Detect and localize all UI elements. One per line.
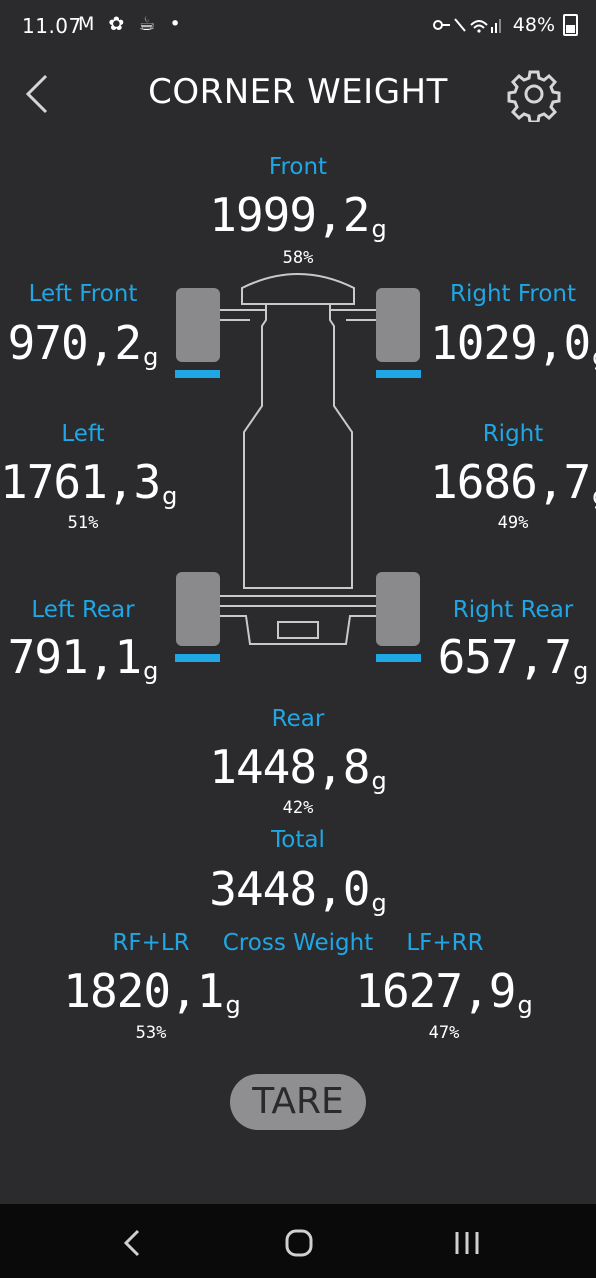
lf-rr-value: 1627,9g: [354, 968, 534, 1017]
front-value: 1999,2g: [148, 192, 448, 241]
left-label: Left: [61, 421, 105, 447]
front-percent: 58%: [282, 248, 314, 268]
rf-lr-value: 1820,1g: [62, 968, 242, 1017]
left-value-number: 1761,3: [0, 455, 161, 509]
right-rear-unit: g: [573, 657, 589, 685]
left-rear-value: 791,1g: [0, 634, 166, 683]
right-rear-value-number: 657,7: [437, 630, 572, 684]
right-rear-label: Right Rear: [452, 597, 574, 623]
rear-label: Rear: [271, 706, 325, 732]
front-axle-outline: [218, 309, 378, 321]
lf-rr-label: LF+RR: [406, 930, 484, 956]
nav-home-icon[interactable]: [284, 1228, 314, 1258]
battery-percent: 48%: [512, 14, 555, 36]
left-front-label: Left Front: [28, 281, 138, 307]
total-value-number: 3448,0: [209, 862, 370, 916]
right-rear-indicator: [376, 654, 421, 662]
nav-recents-icon[interactable]: [452, 1230, 482, 1256]
left-percent: 51%: [67, 513, 99, 533]
front-unit: g: [371, 215, 387, 243]
right-unit: g: [592, 482, 596, 510]
left-rear-indicator: [175, 654, 220, 662]
battery-icon: [563, 14, 578, 36]
total-unit: g: [371, 889, 387, 917]
right-front-wheel: [376, 288, 420, 362]
rf-lr-percent: 53%: [135, 1023, 167, 1043]
right-front-value: 1029,0g: [430, 320, 596, 369]
total-label: Total: [271, 827, 325, 853]
body-outline: [243, 304, 353, 589]
right-front-indicator: [376, 370, 421, 378]
rear-value-number: 1448,8: [209, 740, 370, 794]
status-bar: 11.07 M ✿ ☕ • 48%: [0, 0, 596, 52]
left-value: 1761,3g: [0, 459, 177, 508]
tare-button[interactable]: TARE: [230, 1074, 366, 1130]
rear-value: 1448,8g: [148, 744, 448, 793]
right-front-value-number: 1029,0: [430, 316, 591, 370]
right-label: Right: [482, 421, 544, 447]
left-front-wheel: [176, 288, 220, 362]
system-icons: 48%: [432, 14, 578, 36]
settings-button[interactable]: [506, 66, 562, 124]
rear-axle-outline: [218, 595, 378, 645]
left-rear-label: Left Rear: [31, 597, 135, 623]
right-percent: 49%: [497, 513, 529, 533]
right-value: 1686,7g: [430, 459, 596, 508]
right-value-number: 1686,7: [430, 455, 591, 509]
rear-unit: g: [371, 767, 387, 795]
navigation-bar: [0, 1204, 596, 1278]
rear-diffuser-outline: [277, 621, 319, 639]
total-value: 3448,0g: [148, 866, 448, 915]
rf-lr-label: RF+LR: [112, 930, 190, 956]
car-chassis-diagram: [175, 272, 421, 662]
right-front-label: Right Front: [449, 281, 577, 307]
cross-weight-title: Cross Weight: [222, 930, 374, 956]
rear-percent: 42%: [282, 798, 314, 818]
left-front-indicator: [175, 370, 220, 378]
left-rear-value-number: 791,1: [7, 630, 142, 684]
connectivity-icons: [432, 18, 501, 33]
nav-back-icon[interactable]: [120, 1228, 146, 1258]
left-front-value-number: 970,2: [7, 316, 142, 370]
front-wing-outline: [241, 272, 355, 305]
left-rear-wheel: [176, 572, 220, 646]
right-rear-wheel: [376, 572, 420, 646]
front-label: Front: [268, 154, 328, 180]
rf-lr-value-number: 1820,1: [63, 964, 224, 1018]
lf-rr-percent: 47%: [428, 1023, 460, 1043]
left-front-value: 970,2g: [0, 320, 166, 369]
right-rear-value: 657,7g: [430, 634, 596, 683]
lf-rr-unit: g: [517, 991, 533, 1019]
notification-icons: M ✿ ☕ •: [78, 13, 185, 35]
status-time: 11.07: [22, 14, 82, 38]
right-front-unit: g: [592, 343, 596, 371]
rf-lr-unit: g: [225, 991, 241, 1019]
left-rear-unit: g: [143, 657, 159, 685]
front-value-number: 1999,2: [209, 188, 370, 242]
lf-rr-value-number: 1627,9: [355, 964, 516, 1018]
gear-icon: [507, 70, 561, 124]
left-front-unit: g: [143, 343, 159, 371]
